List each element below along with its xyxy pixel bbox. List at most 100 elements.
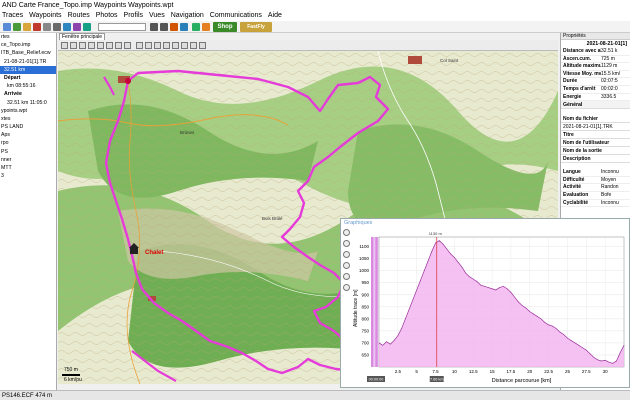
open-icon[interactable] [3,23,11,31]
zoom-in-icon[interactable] [150,23,158,31]
map-scale-top: 750 m [64,367,78,373]
x-tick-label: 12.5 [469,369,478,374]
tree-item[interactable]: Aps [0,131,56,139]
property-field-label[interactable]: Nom de la sortie [561,147,630,156]
tree-item[interactable]: MTT [0,164,56,172]
altitude-scale-stripe [376,237,377,367]
compass-icon[interactable] [199,42,206,49]
property-value[interactable]: 02:07:5 [601,78,630,85]
property-field-label[interactable]: Titre [561,131,630,140]
tree-item[interactable]: xtes [0,115,56,123]
menu-item-0[interactable]: Traces [2,11,23,21]
menu-item-2[interactable]: Routes [68,11,90,21]
property-value[interactable]: 15.5 km/ [601,71,630,78]
3d-icon[interactable] [190,42,197,49]
menu-item-1[interactable]: Waypoints [29,11,61,21]
text-icon[interactable] [124,42,131,49]
elevation-point [408,308,410,310]
pin-icon[interactable] [97,42,104,49]
gps-icon[interactable] [63,23,71,31]
zoom-in-map-icon[interactable] [145,42,152,49]
map-scale-bottom: 6 km/pu [64,377,82,383]
menu-item-5[interactable]: Vues [149,11,165,21]
map-icon[interactable] [192,23,200,31]
menu-item-4[interactable]: Profils [124,11,143,21]
refresh-icon[interactable] [163,42,170,49]
elevation-chart[interactable]: 650 700 750 800 850 900 950 1000 1050 1100 2.5 5 7.5… [341,219,630,389]
property-value[interactable]: 3336.5 [601,94,630,101]
tree-item[interactable]: ypoints.wpt [0,107,56,115]
tree-item[interactable]: 21-08-21-01[1].TR [0,58,56,66]
print-icon[interactable] [43,23,51,31]
elevation-point [619,352,621,353]
tree-item[interactable]: 32.51 km 11:05:0 [0,99,56,107]
tree-item[interactable]: rpo [0,139,56,147]
property-row: Vitesse Moy. mvt 15.5 km/ [561,71,630,79]
undo-icon[interactable] [170,23,178,31]
track-icon[interactable] [73,23,81,31]
folder-icon[interactable] [23,23,31,31]
ruler-icon[interactable] [106,42,113,49]
waypoint-icon[interactable] [83,23,91,31]
tree-item[interactable]: 32.51 km [0,65,56,74]
status-bar: PS146.ECF 474 m [0,390,630,400]
layers-icon[interactable] [172,42,179,49]
property-value[interactable]: Bofe [601,192,630,199]
property-field-label[interactable]: Description [561,155,630,164]
map-scale-bar [62,374,80,376]
zoom-out-icon[interactable] [160,23,168,31]
file-name-value[interactable]: 2021-08-21-01[1].TRK [561,123,630,132]
pointer-icon[interactable] [61,42,68,49]
tree-item[interactable]: Arrivée [0,90,56,98]
property-field-label[interactable]: Nom de l'utilisateur [561,139,630,148]
globe-icon[interactable] [202,23,210,31]
menu-item-7[interactable]: Communications [210,11,262,21]
property-value[interactable]: Randon [601,184,630,191]
elevation-point [593,357,595,358]
tree-item[interactable]: rtes [0,33,56,41]
tree-item[interactable]: km 08:55:16 [0,82,56,90]
menu-item-3[interactable]: Photos [96,11,118,21]
photo-icon[interactable] [115,42,122,49]
elevation-point [405,318,406,320]
tree-item[interactable]: 3 [0,172,56,180]
menu-item-8[interactable]: Aide [268,11,282,21]
tree-item[interactable]: PS LAND [0,123,56,131]
section-general[interactable]: Général [561,101,630,110]
menu-item-6[interactable]: Navigation [171,11,204,21]
property-value[interactable]: 00:02:0 [601,86,630,93]
property-value[interactable]: 32.51 k [601,48,630,55]
chalet-label[interactable]: Chalet [145,250,163,256]
tab-main-window[interactable]: Fenêtre principale [59,33,106,40]
tree-item[interactable]: nner [0,156,56,164]
tree-item[interactable]: PS [0,148,56,156]
elevation-point [435,242,436,244]
property-key: Évaluation [563,191,589,198]
fastfly-button[interactable]: FastFly [240,22,272,32]
elevation-point [608,361,610,363]
zoom-fit-icon[interactable] [136,42,143,49]
x-tick-label: 25 [565,369,571,374]
zoom-out-map-icon[interactable] [154,42,161,49]
delete-icon[interactable] [33,23,41,31]
settings-icon[interactable] [53,23,61,31]
file-name-label: Nom du fichier [561,115,630,124]
hand-icon[interactable] [70,42,77,49]
property-value[interactable]: Inconnu [601,200,630,207]
tree-item[interactable]: ITB_Base_Relief.ecw [0,49,56,57]
elevation-point [469,276,470,278]
grid-icon[interactable] [181,42,188,49]
property-value[interactable]: 725 m [601,56,630,63]
redo-icon[interactable] [180,23,188,31]
track-start-marker[interactable] [125,78,131,84]
tree-item[interactable]: ce_Topo.imp [0,41,56,49]
tree-item[interactable]: Départ [0,74,56,82]
pencil-icon[interactable] [79,42,86,49]
save-icon[interactable] [13,23,21,31]
scissors-icon[interactable] [88,42,95,49]
shop-button[interactable]: Shop [213,22,237,32]
search-input[interactable] [98,23,146,31]
property-value[interactable]: Inconnu [601,169,630,176]
property-value[interactable]: Moyen [601,177,630,184]
property-value[interactable]: 1129 m [601,63,630,70]
